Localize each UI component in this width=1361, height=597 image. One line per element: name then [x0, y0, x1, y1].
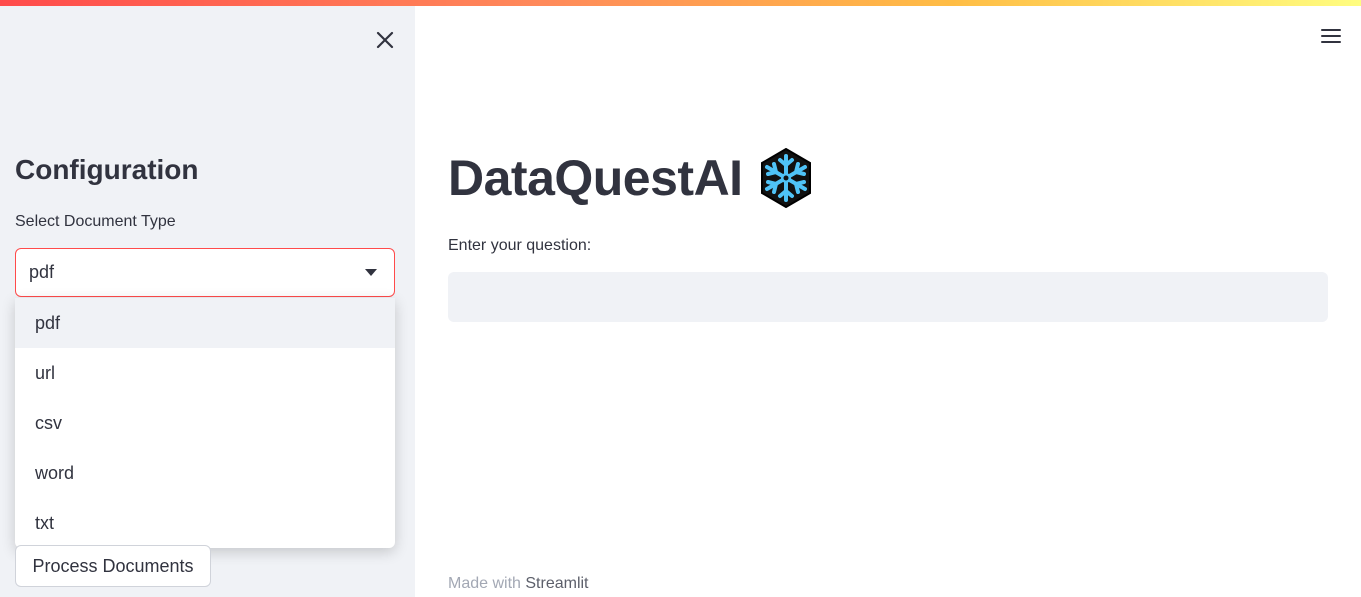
page-title-text: DataQuestAI	[448, 150, 743, 206]
dropdown-option-pdf[interactable]: pdf	[15, 298, 395, 348]
question-input[interactable]	[448, 272, 1328, 322]
document-type-selected-value: pdf	[29, 262, 55, 282]
sidebar: Configuration Select Document Type pdf p…	[0, 6, 415, 597]
close-icon	[376, 31, 394, 49]
question-label: Enter your question:	[448, 237, 592, 254]
streamlit-link[interactable]: Streamlit	[525, 575, 588, 592]
chevron-down-icon	[365, 269, 377, 276]
document-type-select[interactable]: pdf	[15, 248, 395, 297]
sidebar-heading: Configuration	[15, 154, 199, 185]
dropdown-option-url[interactable]: url	[15, 348, 395, 398]
process-documents-button[interactable]: Process Documents	[15, 545, 211, 587]
footer: Made with Streamlit	[448, 575, 589, 593]
document-type-label: Select Document Type	[15, 213, 176, 230]
main-menu-button[interactable]	[1318, 24, 1344, 48]
snowflake-icon	[760, 148, 811, 208]
close-sidebar-button[interactable]	[371, 26, 399, 54]
dropdown-option-txt[interactable]: txt	[15, 498, 395, 548]
document-type-dropdown: pdf url csv word txt	[15, 298, 395, 548]
footer-prefix: Made with	[448, 575, 521, 592]
dropdown-option-csv[interactable]: csv	[15, 398, 395, 448]
page-title: DataQuestAI	[448, 148, 815, 208]
dropdown-option-word[interactable]: word	[15, 448, 395, 498]
hamburger-menu-icon	[1321, 29, 1341, 43]
